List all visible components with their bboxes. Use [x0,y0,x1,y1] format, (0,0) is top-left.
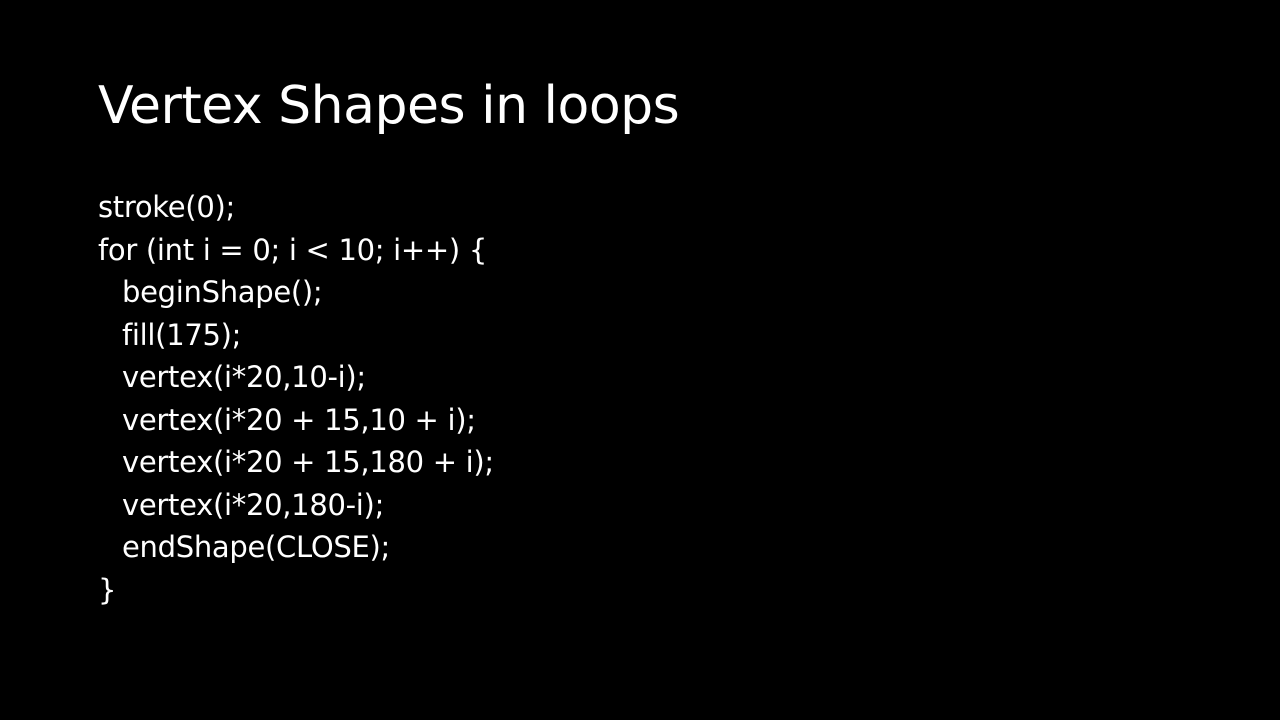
code-line: stroke(0); [98,190,235,224]
code-line: vertex(i*20 + 15,10 + i); [122,402,476,437]
code-line: vertex(i*20,180-i); [122,487,385,522]
slide: Vertex Shapes in loops stroke(0); for (i… [0,0,1280,720]
code-line: endShape(CLOSE); [122,530,390,564]
code-line: vertex(i*20 + 15,180 + i); [122,445,494,479]
code-line: vertex(i*20,10-i); [122,360,366,394]
code-line: beginShape(); [122,275,323,309]
code-block: stroke(0); for (int i = 0; i < 10; i++) … [98,186,1198,611]
code-line: fill(175); [122,317,242,352]
slide-title: Vertex Shapes in loops [98,76,680,136]
code-line: for (int i = 0; i < 10; i++) { [98,232,487,267]
code-line: } [98,572,117,607]
